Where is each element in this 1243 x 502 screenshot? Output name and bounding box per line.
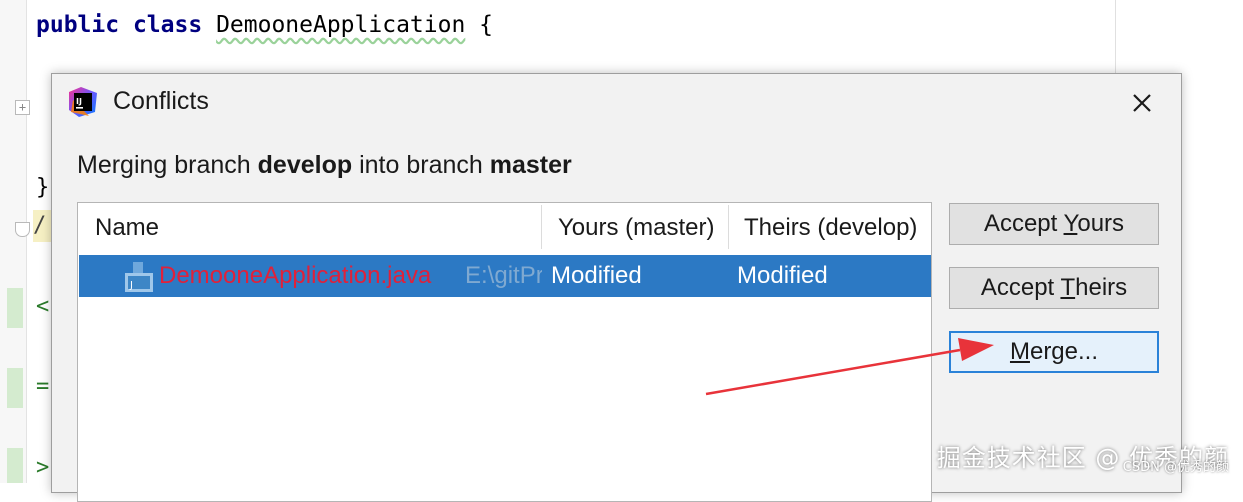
merge-mnemonic: M: [1009, 338, 1030, 365]
accept-yours-label-rest: ours: [1077, 210, 1125, 237]
code-brace: {: [479, 12, 494, 38]
yours-status: Modified: [551, 262, 642, 289]
column-header-theirs[interactable]: Theirs (develop): [744, 203, 931, 253]
merge-button[interactable]: Merge...: [949, 331, 1159, 373]
conflicts-dialog: IJ Conflicts Merging branch develop into…: [51, 73, 1182, 502]
desc-middle: into branch: [352, 151, 490, 179]
gutter-diff-equal: =: [36, 374, 50, 399]
fold-expand-icon[interactable]: +: [15, 100, 30, 115]
code-keyword-class: class: [132, 12, 203, 38]
java-file-icon: J: [125, 262, 153, 292]
source-branch-name: develop: [257, 151, 353, 179]
conflict-file-name: DemooneApplication.java: [159, 262, 432, 289]
column-header-name[interactable]: Name: [95, 203, 535, 253]
close-icon[interactable]: [1125, 86, 1159, 120]
accept-theirs-mnemonic: T: [1060, 274, 1076, 301]
accept-yours-button[interactable]: Accept Yours: [949, 203, 1159, 245]
gutter-closing-brace: }: [36, 175, 50, 200]
dialog-titlebar[interactable]: IJ Conflicts: [52, 74, 1181, 130]
column-header-yours[interactable]: Yours (master): [558, 203, 728, 253]
desc-prefix: Merging branch: [77, 151, 258, 179]
vcs-added-marker[interactable]: [7, 448, 23, 483]
accept-yours-mnemonic: Y: [1063, 210, 1078, 237]
column-divider[interactable]: [541, 205, 542, 249]
accept-theirs-label: Accept: [980, 274, 1061, 301]
theirs-status: Modified: [737, 262, 828, 289]
code-class-name: DemooneApplication: [216, 12, 466, 38]
fold-collapse-icon[interactable]: [15, 222, 30, 237]
code-line-class-declaration: public class DemooneApplication {: [36, 12, 493, 38]
table-row[interactable]: J DemooneApplication.java E:\gitPr Modif…: [79, 255, 931, 297]
target-branch-name: master: [489, 151, 572, 179]
watermark-sub: CSDN @优秀的颜: [1122, 460, 1229, 475]
gutter-diff-less: <: [36, 294, 50, 319]
editor-gutter: [0, 0, 27, 483]
vcs-added-marker[interactable]: [7, 368, 23, 408]
vcs-added-marker[interactable]: [7, 288, 23, 328]
code-keyword-public: public: [36, 12, 120, 38]
accept-yours-label: Accept: [983, 210, 1064, 237]
dialog-title: Conflicts: [113, 87, 209, 115]
accept-theirs-label-rest: heirs: [1075, 274, 1128, 301]
svg-text:J: J: [129, 280, 133, 291]
intellij-idea-icon: IJ: [69, 87, 97, 117]
conflicts-table[interactable]: Name Yours (master) Theirs (develop) J D…: [77, 202, 932, 502]
merge-label-rest: erge...: [1029, 338, 1099, 365]
svg-text:IJ: IJ: [76, 97, 82, 106]
gutter-diff-greater: >: [36, 455, 50, 480]
merge-description: Merging branch develop into branch maste…: [77, 151, 572, 180]
column-divider[interactable]: [728, 205, 729, 249]
table-header: Name Yours (master) Theirs (develop): [78, 203, 931, 253]
accept-theirs-button[interactable]: Accept Theirs: [949, 267, 1159, 309]
conflict-file-path: E:\gitPr: [465, 262, 542, 289]
gutter-comment-marker: /: [33, 210, 51, 242]
